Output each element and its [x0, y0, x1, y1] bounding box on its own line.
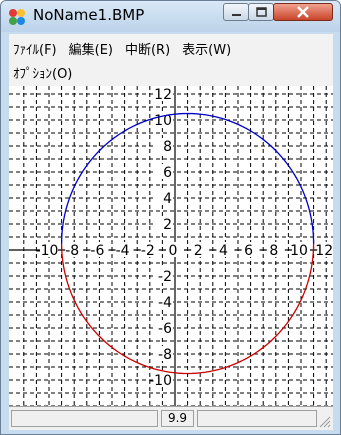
x-tick-label: -4 [116, 243, 130, 259]
x-tick-label: 12 [315, 243, 333, 259]
menu-bar: ﾌｧｲﾙ(F) 編集(E) 中断(R) 表示(W) ｵﾌﾟｼｮﾝ(O) [9, 34, 333, 86]
app-icon [9, 9, 25, 25]
minimize-icon [232, 14, 241, 16]
menu-edit[interactable]: 編集(E) [63, 39, 119, 58]
x-tick-label: 10 [290, 243, 308, 259]
x-tick-label: 6 [244, 243, 253, 259]
menu-row: ｵﾌﾟｼｮﾝ(O) [9, 60, 78, 84]
plot-canvas: -10 -8 -6 -4 -2 0 2 4 6 8 10 1212108642-2-4-6-8-10 [9, 86, 336, 407]
y-tick-label: 8 [163, 139, 172, 155]
status-bar: 9.9 [9, 406, 333, 430]
title-bar[interactable]: NoName1.BMP [1, 1, 340, 32]
x-tick-label: -10 [36, 243, 59, 259]
close-icon [297, 6, 309, 18]
y-tick-label: -2 [158, 269, 172, 285]
close-button[interactable] [273, 3, 333, 21]
x-tick-label: -2 [141, 243, 155, 259]
window-title: NoName1.BMP [33, 6, 145, 24]
resize-grip-icon[interactable] [319, 416, 331, 428]
plot-area: -10 -8 -6 -4 -2 0 2 4 6 8 10 12 12 10 8 6 4 2 -2 -4 -6 -8 -10 [9, 86, 336, 407]
y-tick-label: -6 [158, 321, 172, 337]
status-pane-left [11, 410, 158, 427]
y-tick-label: -10 [149, 373, 172, 389]
maximize-button[interactable] [248, 3, 274, 21]
menu-file[interactable]: ﾌｧｲﾙ(F) [9, 39, 63, 58]
x-tick-label: 8 [269, 243, 278, 259]
x-tick-label: 4 [219, 243, 228, 259]
y-tick-label: 12 [154, 87, 172, 103]
minimize-button[interactable] [223, 3, 249, 21]
app-window: NoName1.BMP ﾌｧｲﾙ(F) 編集(E) 中断(R) 表示(W) ｵﾌ [0, 0, 341, 435]
y-tick-label: 2 [163, 217, 172, 233]
x-tick-label: -6 [90, 243, 104, 259]
x-tick-label: -8 [65, 243, 79, 259]
status-pane-right [197, 410, 317, 427]
menu-options[interactable]: ｵﾌﾟｼｮﾝ(O) [9, 63, 78, 82]
menu-view[interactable]: 表示(W) [176, 39, 237, 58]
maximize-icon [256, 7, 267, 17]
y-tick-label: 4 [163, 191, 172, 207]
y-tick-label: 6 [163, 165, 172, 181]
x-tick-label: 2 [194, 243, 203, 259]
menu-interrupt[interactable]: 中断(R) [119, 39, 176, 58]
menu-row: ﾌｧｲﾙ(F) 編集(E) 中断(R) 表示(W) [9, 36, 237, 60]
status-value: 9.9 [161, 410, 194, 427]
y-tick-label: -8 [158, 347, 172, 363]
x-tick-label: 0 [169, 243, 178, 259]
y-tick-label: -4 [158, 295, 172, 311]
